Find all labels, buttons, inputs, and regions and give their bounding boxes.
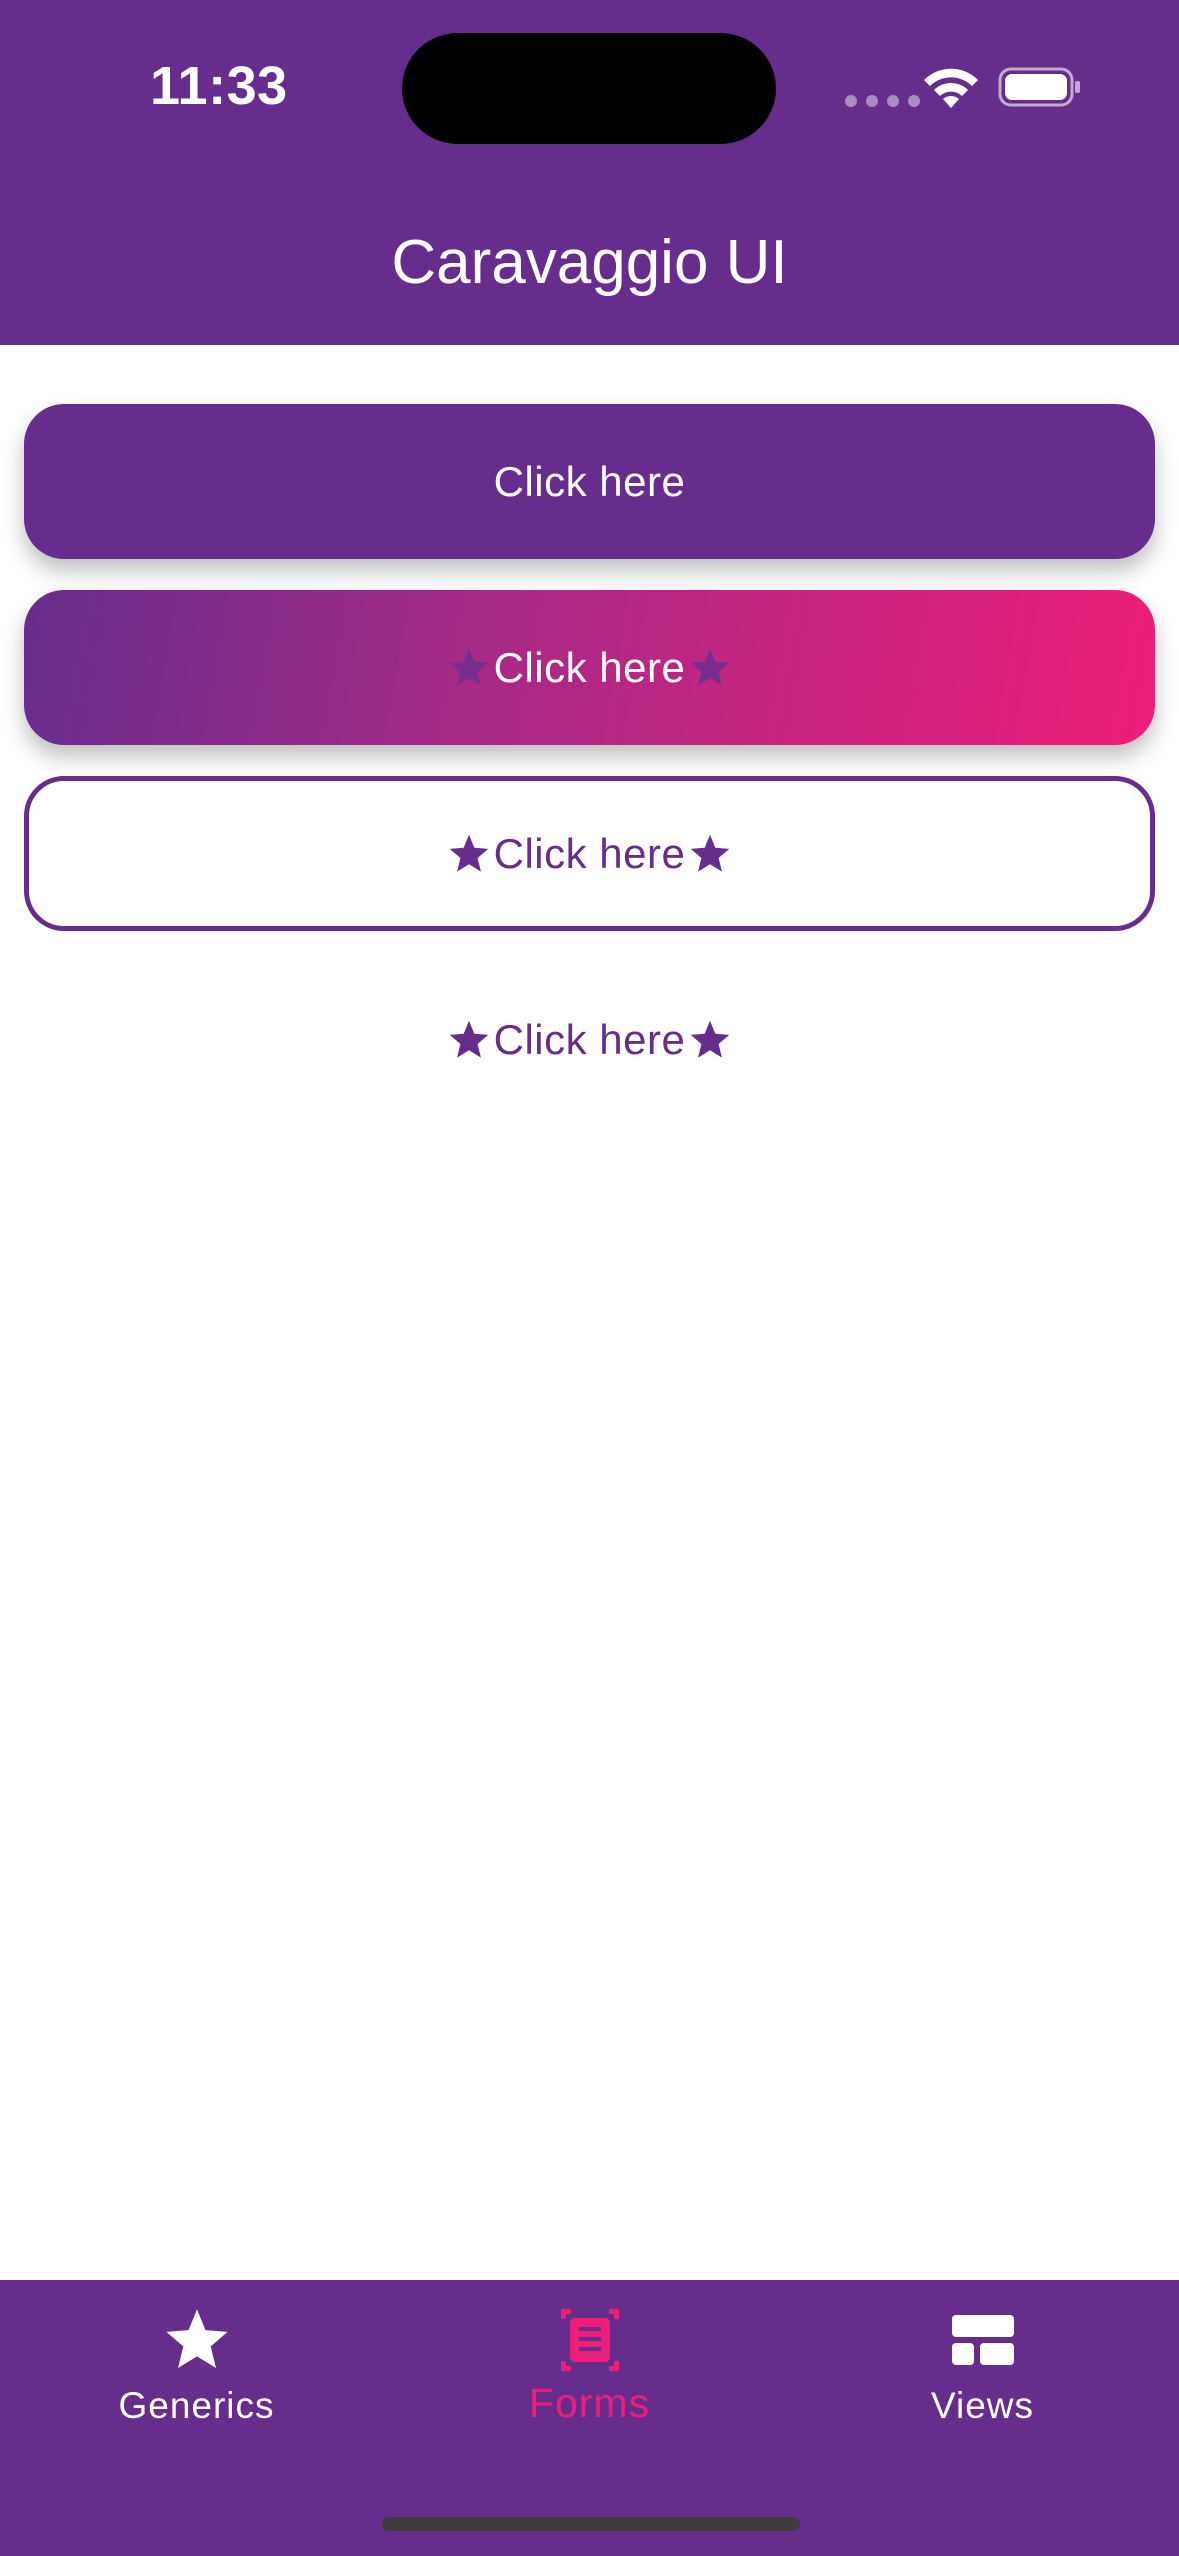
battery-icon [998, 67, 1080, 107]
click-here-button-solid[interactable]: Click here [24, 404, 1155, 559]
page-title: Caravaggio UI [391, 228, 788, 297]
nav-label: Generics [118, 2385, 275, 2426]
wifi-icon [924, 68, 978, 108]
dynamic-island [402, 33, 776, 144]
button-label: Click here [493, 829, 686, 877]
nav-item-generics[interactable]: Generics [0, 2280, 393, 2480]
star-icon [449, 1020, 488, 1058]
click-here-button-text[interactable]: Click here [24, 962, 1155, 1117]
star-icon [449, 834, 488, 872]
form-icon [560, 2309, 619, 2371]
star-icon [449, 648, 488, 686]
nav-label: Forms [528, 2380, 651, 2426]
nav-item-forms[interactable]: Forms [393, 2280, 786, 2480]
bottom-navigation: Generics Forms Views [0, 2280, 1179, 2556]
button-label: Click here [493, 643, 686, 691]
star-icon [691, 1020, 730, 1058]
nav-item-views[interactable]: Views [786, 2280, 1179, 2480]
button-label: Click here [493, 457, 686, 505]
layout-icon [951, 2315, 1014, 2365]
nav-label: Views [930, 2385, 1035, 2426]
click-here-button-gradient[interactable]: Click here [24, 590, 1155, 745]
star-icon [691, 834, 730, 872]
app-screen: 11:33 Caravaggio UI Click here Click her… [0, 0, 1179, 2556]
star-icon [691, 648, 730, 686]
app-header: 11:33 Caravaggio UI [0, 0, 1179, 345]
cellular-signal-icon [845, 95, 920, 107]
button-label: Click here [493, 1015, 686, 1063]
star-icon [165, 2309, 228, 2368]
status-time: 11:33 [150, 56, 288, 116]
click-here-button-outline[interactable]: Click here [24, 776, 1155, 931]
home-indicator[interactable] [382, 2517, 800, 2531]
